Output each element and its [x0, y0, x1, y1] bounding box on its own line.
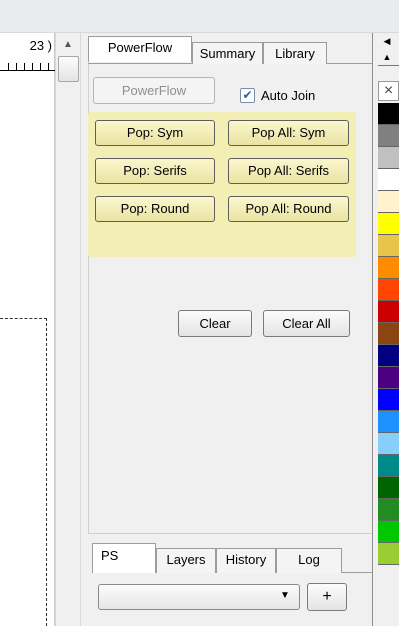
auto-join-label: Auto Join: [261, 88, 316, 103]
palette-scroll-up-icon[interactable]: ▲: [381, 51, 393, 63]
pop-all-serifs-button[interactable]: Pop All: Serifs: [228, 158, 349, 184]
tab-summary[interactable]: Summary: [192, 42, 263, 64]
page-border-dashed-right: [46, 318, 47, 626]
color-swatch[interactable]: [378, 191, 399, 213]
bottom-section-divider: [88, 533, 372, 534]
color-swatch[interactable]: [378, 323, 399, 345]
color-swatch[interactable]: [378, 389, 399, 411]
color-swatch[interactable]: [378, 521, 399, 543]
clear-all-button[interactable]: Clear All: [263, 310, 350, 337]
color-swatch[interactable]: [378, 543, 399, 565]
scroll-up-arrow-icon[interactable]: ▲: [60, 38, 76, 52]
palette-divider: [378, 65, 399, 66]
color-swatch[interactable]: [378, 279, 399, 301]
palette-swatches: [378, 103, 399, 626]
color-swatch[interactable]: [378, 345, 399, 367]
color-swatch[interactable]: [378, 499, 399, 521]
checkmark-icon: ✔: [242, 88, 253, 102]
clear-button[interactable]: Clear: [178, 310, 252, 337]
color-swatch[interactable]: [378, 125, 399, 147]
color-swatch[interactable]: [378, 213, 399, 235]
color-swatch[interactable]: [378, 411, 399, 433]
tab-ps[interactable]: PS: [92, 543, 156, 573]
pop-all-round-button[interactable]: Pop All: Round: [228, 196, 349, 222]
color-swatch[interactable]: [378, 301, 399, 323]
pop-serifs-button[interactable]: Pop: Serifs: [95, 158, 215, 184]
color-swatch[interactable]: [378, 477, 399, 499]
pop-sym-button[interactable]: Pop: Sym: [95, 120, 215, 146]
coordinate-readout: 23 ): [29, 38, 52, 53]
pop-all-sym-button[interactable]: Pop All: Sym: [228, 120, 349, 146]
color-swatch[interactable]: [378, 257, 399, 279]
chevron-down-icon[interactable]: ▼: [278, 589, 292, 603]
preset-dropdown[interactable]: [98, 584, 300, 610]
scrollbar-thumb[interactable]: [58, 56, 79, 82]
pop-round-button[interactable]: Pop: Round: [95, 196, 215, 222]
tab-layers[interactable]: Layers: [156, 548, 216, 573]
color-swatch[interactable]: [378, 235, 399, 257]
tab-log[interactable]: Log: [276, 548, 342, 573]
color-swatch[interactable]: [378, 433, 399, 455]
color-swatch[interactable]: [378, 169, 399, 191]
tab-powerflow[interactable]: PowerFlow: [88, 36, 192, 62]
page-border-dashed-top: [0, 318, 47, 319]
powerflow-button[interactable]: PowerFlow: [93, 77, 215, 104]
color-swatch[interactable]: [378, 147, 399, 169]
tab-history[interactable]: History: [216, 548, 276, 573]
color-swatch[interactable]: [378, 367, 399, 389]
color-swatch[interactable]: [378, 103, 399, 125]
no-color-swatch[interactable]: ×: [378, 81, 399, 101]
window-top-strip: [0, 0, 399, 33]
tab-library[interactable]: Library: [263, 42, 327, 64]
color-swatch[interactable]: [378, 455, 399, 477]
palette-expand-left-icon[interactable]: ◀: [381, 35, 393, 47]
vertical-scrollbar[interactable]: [55, 33, 81, 626]
add-button[interactable]: +: [307, 583, 347, 611]
ruler-baseline: [0, 70, 55, 71]
auto-join-checkbox[interactable]: ✔: [240, 88, 255, 103]
